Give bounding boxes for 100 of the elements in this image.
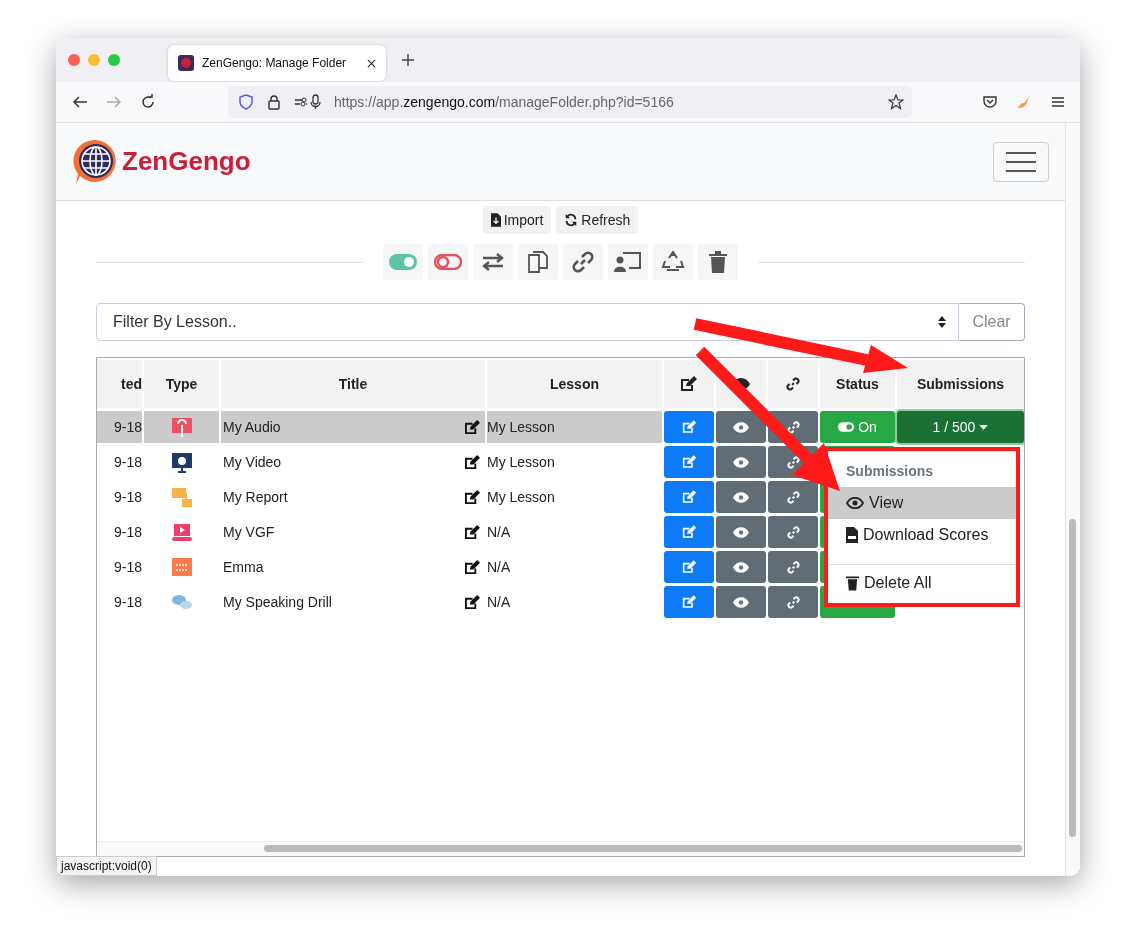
link-icon: [786, 420, 800, 434]
eye-icon: [733, 596, 749, 608]
scrollbar-thumb[interactable]: [1069, 519, 1076, 837]
column-header: Type: [144, 360, 219, 408]
copy-button[interactable]: [518, 244, 558, 280]
title-cell: My Report: [223, 489, 288, 505]
menu-item[interactable]: View: [828, 487, 1016, 519]
caret-icon: [979, 424, 989, 430]
file-download-icon: [490, 213, 501, 227]
trash-button[interactable]: [698, 244, 738, 280]
close-icon[interactable]: [367, 58, 376, 68]
lesson-cell: N/A: [487, 559, 511, 575]
link-button[interactable]: [768, 586, 818, 618]
eye-icon: [733, 526, 749, 538]
browser-tab[interactable]: ZenGengo: Manage Folder: [168, 45, 386, 81]
preview-button[interactable]: [716, 586, 766, 618]
csv-file-icon: [846, 527, 858, 543]
report-type-icon: [169, 485, 194, 509]
permissions-icon[interactable]: [294, 94, 322, 110]
edit-icon[interactable]: [464, 594, 481, 610]
edit-icon[interactable]: [464, 489, 481, 505]
edit-button[interactable]: [664, 481, 714, 513]
lesson-cell: My Lesson: [487, 489, 555, 505]
refresh-button[interactable]: Refresh: [556, 206, 639, 234]
lock-icon[interactable]: [266, 94, 282, 110]
edit-icon: [681, 420, 697, 434]
link-button[interactable]: [768, 516, 818, 548]
date-cell: 9-18: [113, 419, 142, 435]
import-button[interactable]: Import: [482, 206, 552, 234]
edit-icon: [681, 595, 697, 609]
bookmark-star-icon[interactable]: [888, 94, 904, 110]
presenter-icon: [614, 251, 642, 273]
logo-text[interactable]: ZenGengo: [122, 146, 251, 177]
eye-icon: [733, 456, 749, 468]
toggle-on-button[interactable]: [383, 244, 423, 280]
recycle-icon: [661, 251, 685, 273]
edit-icon[interactable]: [464, 419, 481, 435]
edit-button[interactable]: [664, 516, 714, 548]
edit-icon: [681, 490, 697, 504]
edit-icon: [681, 525, 697, 539]
column-header: Lesson: [487, 360, 662, 408]
edit-icon: [681, 455, 697, 469]
edit-icon[interactable]: [464, 559, 481, 575]
edit-button[interactable]: [664, 586, 714, 618]
preview-button[interactable]: [716, 481, 766, 513]
submissions-dropdown-button[interactable]: 1 / 500: [897, 411, 1024, 443]
edit-button[interactable]: [664, 411, 714, 443]
preview-button[interactable]: [716, 516, 766, 548]
link-button[interactable]: [768, 481, 818, 513]
edit-icon[interactable]: [464, 524, 481, 540]
eye-icon: [846, 497, 864, 509]
date-cell: 9-18: [113, 524, 142, 540]
menu-item[interactable]: Delete All: [828, 567, 1016, 599]
link-icon: [786, 455, 800, 469]
new-tab-icon[interactable]: [402, 54, 414, 66]
edit-button[interactable]: [664, 446, 714, 478]
toggle-off-button[interactable]: [428, 244, 468, 280]
tab-title: ZenGengo: Manage Folder: [202, 56, 348, 70]
clear-button[interactable]: Clear: [959, 303, 1025, 341]
link-icon: [786, 595, 800, 609]
reload-icon[interactable]: [140, 94, 156, 110]
date-cell: 9-18: [113, 594, 142, 610]
pocket-icon[interactable]: [982, 94, 998, 110]
edit-button[interactable]: [664, 551, 714, 583]
date-cell: 9-18: [113, 489, 142, 505]
back-icon[interactable]: [72, 94, 88, 110]
scrollbar-thumb[interactable]: [264, 845, 1022, 852]
presentation-button[interactable]: [608, 244, 648, 280]
recycle-button[interactable]: [653, 244, 693, 280]
trash-icon: [846, 575, 859, 591]
lesson-cell: My Lesson: [487, 419, 555, 435]
menu-icon[interactable]: [1050, 94, 1066, 110]
audio-type-icon: [169, 415, 194, 439]
edit-icon: [681, 560, 697, 574]
menu-button[interactable]: [993, 141, 1049, 182]
link-button[interactable]: [563, 244, 603, 280]
lesson-cell: My Lesson: [487, 454, 555, 470]
shield-icon[interactable]: [238, 94, 254, 110]
edit-icon: [680, 376, 698, 392]
edit-icon[interactable]: [464, 454, 481, 470]
close-window-icon[interactable]: [68, 54, 80, 66]
menu-item[interactable]: Download Scores: [828, 519, 1016, 551]
eye-icon: [733, 421, 749, 433]
preview-button[interactable]: [716, 411, 766, 443]
refresh-icon: [564, 213, 579, 227]
link-button[interactable]: [768, 551, 818, 583]
swap-arrows-button[interactable]: [473, 244, 513, 280]
link-icon: [786, 560, 800, 574]
column-header: ted: [97, 360, 142, 408]
hamburger-icon: [1006, 150, 1036, 173]
lesson-cell: N/A: [487, 524, 511, 540]
dropdown-header: Submissions: [845, 463, 935, 481]
column-header: Title: [221, 360, 485, 408]
globe-icon: [178, 55, 194, 71]
eye-icon: [733, 561, 749, 573]
lesson-filter-select[interactable]: Filter By Lesson..: [96, 303, 959, 341]
address-bar[interactable]: https://app.zengengo.com/manageFolder.php?id=5166: [228, 86, 912, 118]
preview-button[interactable]: [716, 551, 766, 583]
link-icon: [786, 525, 800, 539]
preview-button[interactable]: [716, 446, 766, 478]
